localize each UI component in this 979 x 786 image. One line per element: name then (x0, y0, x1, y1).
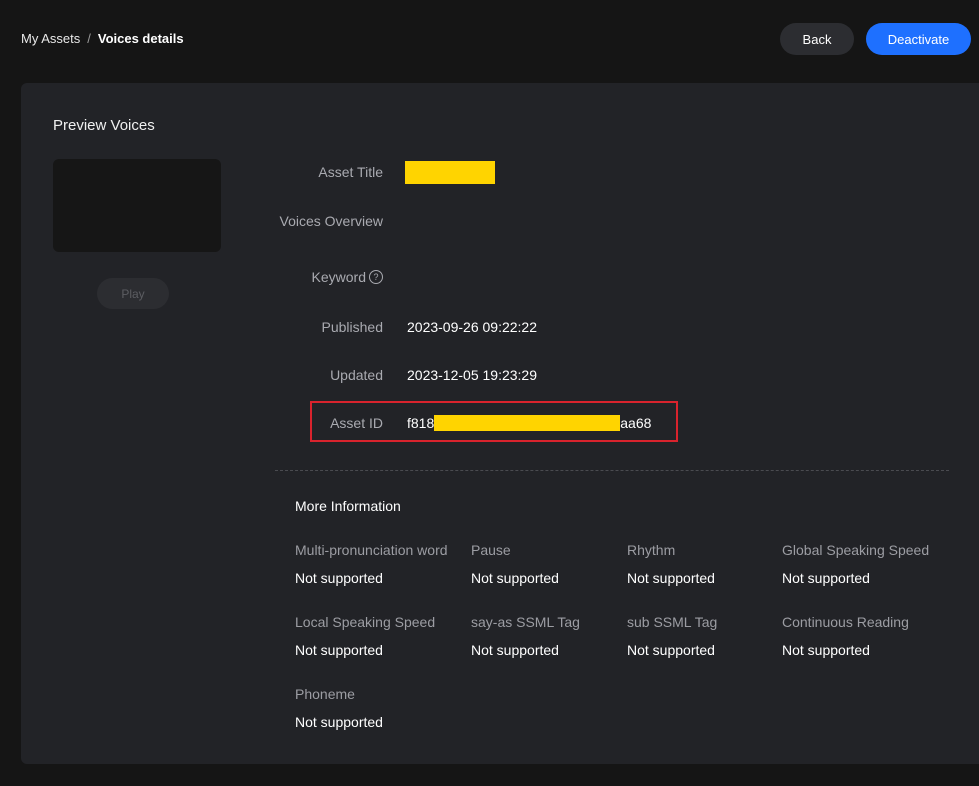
info-rhythm: Rhythm Not supported (627, 542, 715, 586)
deactivate-button[interactable]: Deactivate (866, 23, 971, 55)
back-button[interactable]: Back (780, 23, 854, 55)
asset-id-suffix: aa68 (620, 415, 652, 431)
info-sub-ssml: sub SSML Tag Not supported (627, 614, 717, 658)
info-phoneme: Phoneme Not supported (295, 686, 383, 730)
breadcrumb-current: Voices details (97, 31, 184, 46)
asset-title-value (405, 160, 495, 184)
voices-overview-label: Voices Overview (279, 213, 383, 229)
asset-id-redaction (434, 415, 621, 431)
more-information-title: More Information (295, 498, 401, 514)
info-value: Not supported (295, 642, 383, 658)
updated-label: Updated (330, 367, 383, 383)
keyword-label: Keyword ? (275, 269, 383, 285)
question-circle-icon[interactable]: ? (369, 270, 383, 284)
keyword-label-text: Keyword (311, 269, 366, 285)
breadcrumb: My Assets / Voices details (21, 31, 184, 46)
updated-value: 2023-12-05 19:23:29 (407, 367, 537, 383)
info-label: Phoneme (295, 686, 355, 702)
play-button[interactable]: Play (97, 278, 169, 309)
info-label: Rhythm (627, 542, 676, 558)
top-bar: My Assets / Voices details Back Deactiva… (0, 0, 979, 80)
asset-title-row: Asset Title (275, 160, 955, 184)
info-value: Not supported (782, 642, 870, 658)
info-label: Multi-pronunciation word (295, 542, 448, 558)
info-pause: Pause Not supported (471, 542, 559, 586)
asset-id-label: Asset ID (330, 415, 383, 431)
info-label: Local Speaking Speed (295, 614, 436, 630)
voices-overview-row: Voices Overview (275, 209, 955, 233)
published-row: Published 2023-09-26 09:22:22 (275, 315, 955, 339)
info-say-as-ssml: say-as SSML Tag Not supported (471, 614, 580, 658)
asset-id-prefix: f818 (407, 415, 435, 431)
updated-row: Updated 2023-12-05 19:23:29 (275, 363, 955, 387)
info-value: Not supported (471, 570, 559, 586)
info-label: say-as SSML Tag (471, 614, 580, 630)
info-label: Global Speaking Speed (782, 542, 930, 558)
keyword-row: Keyword ? (275, 265, 955, 289)
info-value: Not supported (627, 570, 715, 586)
info-continuous-reading: Continuous Reading Not supported (782, 614, 909, 658)
published-label: Published (321, 319, 384, 335)
info-local-speaking-speed: Local Speaking Speed Not supported (295, 614, 435, 658)
voice-preview-area (53, 159, 221, 252)
info-label: Pause (471, 542, 511, 558)
info-multi-pronunciation: Multi-pronunciation word Not supported (295, 542, 448, 586)
section-divider (275, 470, 949, 471)
info-value: Not supported (627, 642, 715, 658)
info-value: Not supported (471, 642, 559, 658)
info-global-speaking-speed: Global Speaking Speed Not supported (782, 542, 929, 586)
asset-title-label: Asset Title (318, 164, 383, 180)
breadcrumb-my-assets[interactable]: My Assets (21, 31, 80, 46)
breadcrumb-separator: / (87, 31, 91, 46)
asset-title-redaction (405, 160, 495, 184)
info-value: Not supported (295, 570, 383, 586)
preview-title: Preview Voices (53, 117, 155, 134)
info-label: sub SSML Tag (627, 614, 718, 630)
info-value: Not supported (782, 570, 870, 586)
asset-id-value: f818 aa68 (407, 415, 651, 431)
details-card: Preview Voices Play Asset Title Voices O… (21, 83, 979, 764)
info-label: Continuous Reading (782, 614, 909, 630)
published-value: 2023-09-26 09:22:22 (407, 319, 537, 335)
asset-id-row: Asset ID f818 aa68 (275, 411, 955, 435)
info-value: Not supported (295, 714, 383, 730)
